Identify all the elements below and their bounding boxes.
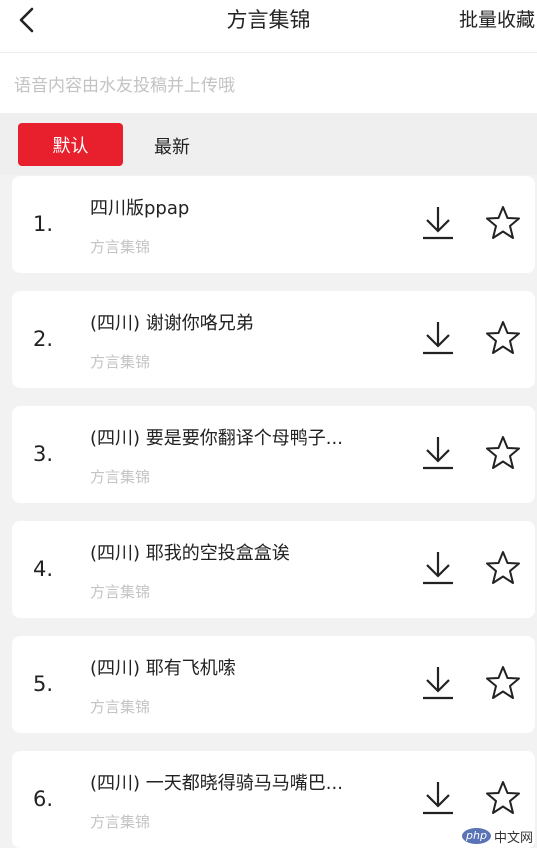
download-icon bbox=[423, 437, 453, 470]
favorite-button[interactable] bbox=[484, 434, 522, 472]
favorite-button[interactable] bbox=[484, 549, 522, 587]
list-item[interactable]: 3. (四川) 要是要你翻译个母鸭子... 方言集锦 bbox=[12, 406, 535, 503]
star-outline-icon bbox=[486, 321, 520, 354]
batch-favorite-button[interactable]: 批量收藏 bbox=[459, 6, 535, 34]
sort-tabs: 默认 最新 bbox=[0, 113, 537, 175]
star-outline-icon bbox=[486, 206, 520, 239]
favorite-button[interactable] bbox=[484, 204, 522, 242]
download-icon bbox=[423, 322, 453, 355]
watermark: php 中文网 bbox=[462, 826, 533, 846]
item-title: (四川) 一天都晓得骑马马嘴巴... bbox=[90, 773, 343, 794]
item-index: 5. bbox=[33, 672, 54, 696]
notice-text: 语音内容由水友投稿并上传哦 bbox=[14, 76, 235, 96]
item-index: 6. bbox=[33, 787, 54, 811]
item-index: 3. bbox=[33, 442, 54, 466]
download-button[interactable] bbox=[420, 319, 456, 357]
tab-latest[interactable]: 最新 bbox=[154, 133, 190, 159]
download-icon bbox=[423, 667, 453, 700]
item-title: 四川版ppap bbox=[90, 198, 190, 219]
star-outline-icon bbox=[486, 436, 520, 469]
notice-banner: 语音内容由水友投稿并上传哦 bbox=[0, 53, 537, 113]
item-index: 1. bbox=[33, 212, 54, 236]
watermark-logo: php bbox=[462, 828, 491, 844]
list-item[interactable]: 6. (四川) 一天都晓得骑马马嘴巴... 方言集锦 bbox=[12, 751, 535, 848]
download-button[interactable] bbox=[420, 434, 456, 472]
page-title: 方言集锦 bbox=[226, 8, 311, 32]
item-index: 4. bbox=[33, 557, 54, 581]
download-icon bbox=[423, 207, 453, 240]
item-title: (四川) 耶有飞机嗦 bbox=[90, 658, 236, 679]
download-button[interactable] bbox=[420, 664, 456, 702]
watermark-text: 中文网 bbox=[493, 830, 533, 846]
item-subtitle: 方言集锦 bbox=[90, 238, 151, 256]
item-subtitle: 方言集锦 bbox=[90, 468, 151, 486]
star-outline-icon bbox=[486, 666, 520, 699]
favorite-button[interactable] bbox=[484, 779, 522, 817]
download-button[interactable] bbox=[420, 204, 456, 242]
list-item[interactable]: 1. 四川版ppap 方言集锦 bbox=[12, 176, 535, 273]
item-title: (四川) 要是要你翻译个母鸭子... bbox=[90, 428, 343, 449]
top-bar: 方言集锦 批量收藏 bbox=[0, 0, 537, 53]
item-index: 2. bbox=[33, 327, 54, 351]
tab-default[interactable]: 默认 bbox=[18, 123, 123, 166]
download-icon bbox=[423, 552, 453, 585]
item-title: (四川) 耶我的空投盒盒诶 bbox=[90, 543, 290, 564]
favorite-button[interactable] bbox=[484, 664, 522, 702]
list-item[interactable]: 5. (四川) 耶有飞机嗦 方言集锦 bbox=[12, 636, 535, 733]
star-outline-icon bbox=[486, 551, 520, 584]
item-subtitle: 方言集锦 bbox=[90, 583, 151, 601]
item-subtitle: 方言集锦 bbox=[90, 813, 151, 831]
download-button[interactable] bbox=[420, 549, 456, 587]
download-button[interactable] bbox=[420, 779, 456, 817]
list-item[interactable]: 2. (四川) 谢谢你咯兄弟 方言集锦 bbox=[12, 291, 535, 388]
download-icon bbox=[423, 782, 453, 815]
favorite-button[interactable] bbox=[484, 319, 522, 357]
item-subtitle: 方言集锦 bbox=[90, 353, 151, 371]
item-subtitle: 方言集锦 bbox=[90, 698, 151, 716]
item-title: (四川) 谢谢你咯兄弟 bbox=[90, 313, 254, 334]
star-outline-icon bbox=[486, 781, 520, 814]
list-item[interactable]: 4. (四川) 耶我的空投盒盒诶 方言集锦 bbox=[12, 521, 535, 618]
